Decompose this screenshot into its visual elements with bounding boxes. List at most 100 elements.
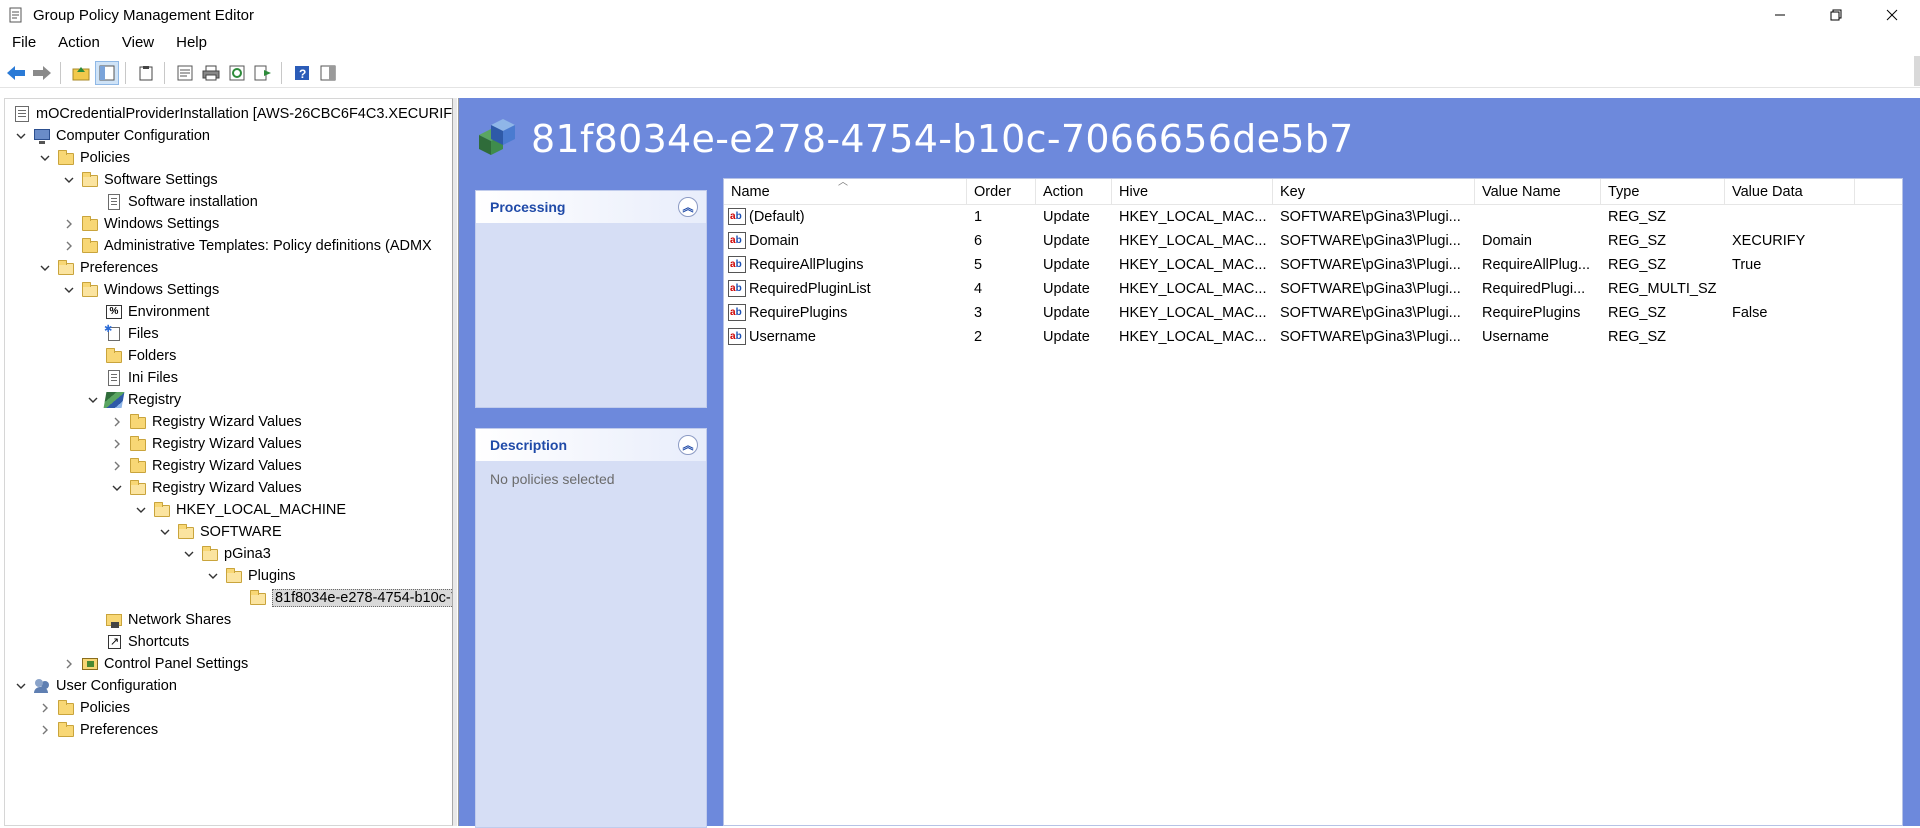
- menu-action[interactable]: Action: [45, 34, 109, 51]
- tree-computer-configuration[interactable]: Computer Configuration: [13, 125, 210, 147]
- table-row[interactable]: ab RequirePlugins 3 Update HKEY_LOCAL_MAC...…: [724, 301, 1902, 325]
- print-button[interactable]: [199, 61, 223, 85]
- menu-view[interactable]: View: [109, 34, 163, 51]
- show-hide-action-pane-button[interactable]: [316, 61, 340, 85]
- show-hide-tree-button[interactable]: [95, 60, 119, 85]
- collapse-icon[interactable]: ︽: [678, 435, 698, 455]
- tree-registry-wizard-values[interactable]: Registry Wizard Values: [109, 477, 302, 499]
- column-action[interactable]: Action: [1036, 179, 1112, 205]
- column-value-data[interactable]: Value Data: [1725, 179, 1855, 205]
- processing-header[interactable]: Processing ︽: [476, 191, 706, 223]
- folders-icon: [105, 347, 123, 365]
- tree-registry-wizard-values[interactable]: Registry Wizard Values: [109, 433, 302, 455]
- column-type[interactable]: Type: [1601, 179, 1725, 205]
- chevron-down-icon[interactable]: [37, 260, 53, 276]
- folder-icon: [81, 281, 99, 299]
- tree-environment[interactable]: % Environment: [105, 301, 209, 323]
- chevron-down-icon[interactable]: [13, 678, 29, 694]
- column-order[interactable]: Order: [967, 179, 1036, 205]
- chevron-down-icon[interactable]: [13, 128, 29, 144]
- close-button[interactable]: [1864, 0, 1920, 30]
- refresh-button[interactable]: [225, 61, 249, 85]
- table-row[interactable]: ab RequireAllPlugins 5 Update HKEY_LOCAL_MAC…: [724, 253, 1902, 277]
- table-row[interactable]: ab RequiredPluginList 4 Update HKEY_LOCAL_MA…: [724, 277, 1902, 301]
- tree-guid-selected[interactable]: 81f8034e-e278-4754-b10c-7: [249, 587, 452, 609]
- tree-registry-wizard-values[interactable]: Registry Wizard Values: [109, 455, 302, 477]
- help-button[interactable]: ?: [290, 61, 314, 85]
- pane-splitter[interactable]: [453, 98, 457, 826]
- cell-order: 5: [974, 257, 983, 273]
- table-row[interactable]: ab Username 2 Update HKEY_LOCAL_MAC... SOFTWA…: [724, 325, 1902, 349]
- tree-hklm[interactable]: HKEY_LOCAL_MACHINE: [133, 499, 346, 521]
- chevron-right-icon[interactable]: [61, 216, 77, 232]
- folder-icon: [129, 435, 147, 453]
- column-key[interactable]: Key: [1273, 179, 1475, 205]
- chevron-down-icon[interactable]: [85, 392, 101, 408]
- tree-root[interactable]: mOCredentialProviderInstallation [AWS-26…: [13, 103, 452, 125]
- chevron-down-icon[interactable]: [205, 568, 221, 584]
- tree-policies[interactable]: Policies: [37, 147, 130, 169]
- description-header[interactable]: Description ︽: [476, 429, 706, 461]
- table-row[interactable]: ab (Default) 1 Update HKEY_LOCAL_MAC... SOFTW…: [724, 205, 1902, 229]
- column-name[interactable]: Name ︿: [724, 177, 967, 205]
- back-button[interactable]: [4, 61, 28, 85]
- chevron-right-icon[interactable]: [109, 414, 125, 430]
- chevron-down-icon[interactable]: [181, 546, 197, 562]
- chevron-down-icon[interactable]: [61, 282, 77, 298]
- tree-network-shares[interactable]: Network Shares: [105, 609, 231, 631]
- tree-files[interactable]: Files: [104, 323, 159, 345]
- cell-hive: HKEY_LOCAL_MAC...: [1119, 257, 1267, 273]
- users-icon: [33, 677, 51, 695]
- tree-software[interactable]: SOFTWARE: [157, 521, 282, 543]
- tree-registry[interactable]: Registry: [85, 389, 181, 411]
- tree-user-policies[interactable]: Policies: [37, 697, 130, 719]
- forward-button[interactable]: [30, 61, 54, 85]
- tree-shortcuts[interactable]: ↗ Shortcuts: [105, 631, 189, 653]
- chevron-right-icon[interactable]: [61, 238, 77, 254]
- tree-registry-wizard-values[interactable]: Registry Wizard Values: [109, 411, 302, 433]
- tree-plugins[interactable]: Plugins: [205, 565, 296, 587]
- restore-icon: [1830, 9, 1842, 21]
- chevron-right-icon[interactable]: [61, 656, 77, 672]
- chevron-right-icon[interactable]: [37, 700, 53, 716]
- table-row[interactable]: ab Domain 6 Update HKEY_LOCAL_MAC... SOFTWARE…: [724, 229, 1902, 253]
- cell-order: 1: [974, 209, 983, 225]
- tree-ini-files[interactable]: Ini Files: [105, 367, 178, 389]
- menu-file[interactable]: File: [0, 34, 45, 51]
- toolbar-separator: [125, 61, 126, 84]
- tree-windows-settings[interactable]: Windows Settings: [61, 213, 219, 235]
- menu-help[interactable]: Help: [163, 34, 216, 51]
- tree-folders[interactable]: Folders: [105, 345, 176, 367]
- chevron-down-icon[interactable]: [133, 502, 149, 518]
- restore-button[interactable]: [1808, 0, 1864, 30]
- chevron-down-icon[interactable]: [61, 172, 77, 188]
- chevron-right-icon[interactable]: [37, 722, 53, 738]
- tree-preferences[interactable]: Preferences: [37, 257, 158, 279]
- column-hive[interactable]: Hive: [1112, 179, 1273, 205]
- tree-pgina3[interactable]: pGina3: [181, 543, 271, 565]
- collapse-icon[interactable]: ︽: [678, 197, 698, 217]
- tree-control-panel-settings[interactable]: Control Panel Settings: [61, 653, 248, 675]
- tree-administrative-templates[interactable]: Administrative Templates: Policy definit…: [61, 235, 432, 257]
- chevron-right-icon[interactable]: [109, 458, 125, 474]
- minimize-button[interactable]: [1752, 0, 1808, 30]
- network-share-icon: [105, 611, 123, 629]
- export-icon: [254, 65, 271, 80]
- tree-user-configuration[interactable]: User Configuration: [13, 675, 177, 697]
- tree-software-installation[interactable]: Software installation: [105, 191, 258, 213]
- properties-button[interactable]: [173, 61, 197, 85]
- tree-software-settings[interactable]: Software Settings: [61, 169, 218, 191]
- chevron-down-icon[interactable]: [109, 480, 125, 496]
- cell-name: ab (Default): [728, 207, 805, 225]
- tree-user-preferences[interactable]: Preferences: [37, 719, 158, 741]
- clipboard-button[interactable]: [134, 61, 158, 85]
- details-title: 81f8034e-e278-4754-b10c-7066656de5b7: [531, 117, 1354, 161]
- toolbar: ?: [0, 56, 1920, 88]
- export-list-button[interactable]: [251, 61, 275, 85]
- chevron-down-icon[interactable]: [157, 524, 173, 540]
- column-value-name[interactable]: Value Name: [1475, 179, 1601, 205]
- tree-pref-windows-settings[interactable]: Windows Settings: [61, 279, 219, 301]
- chevron-down-icon[interactable]: [37, 150, 53, 166]
- chevron-right-icon[interactable]: [109, 436, 125, 452]
- up-level-button[interactable]: [69, 61, 93, 85]
